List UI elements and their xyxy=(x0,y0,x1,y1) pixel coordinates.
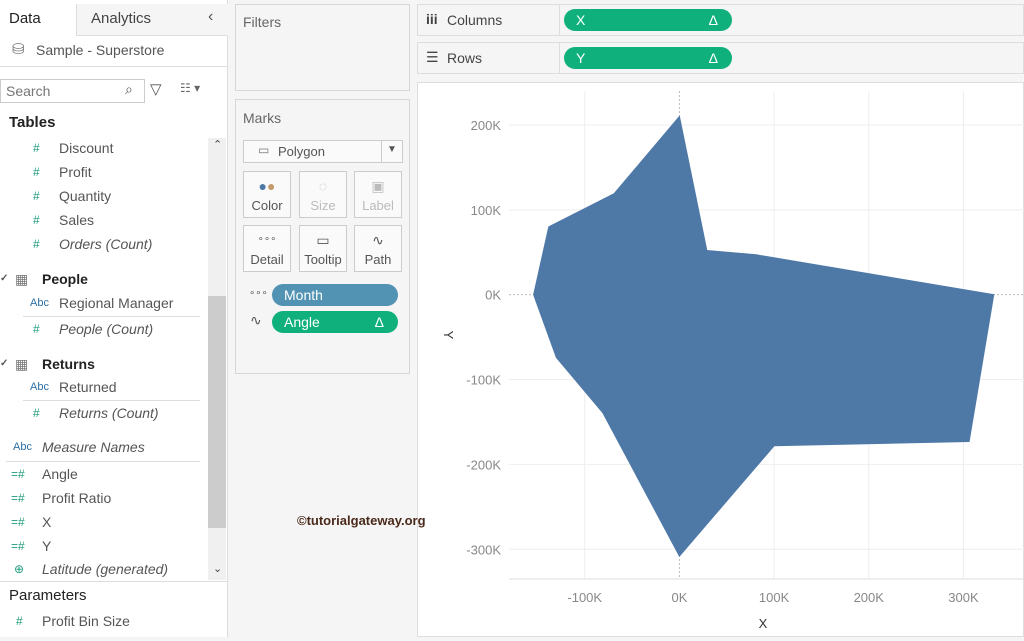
chart-view[interactable]: -100K 0K 100K 200K 300K 200K 100K 0K -100K -200K -… xyxy=(417,82,1024,637)
angle-pill[interactable]: Angle Δ xyxy=(272,311,398,333)
y-tick-label: 200K xyxy=(471,118,502,133)
marks-card: Marks ▭ Polygon ▼ ●● Color ◌ Size ▣ Label ∘… xyxy=(235,99,410,374)
detail-icon: ∘∘∘ xyxy=(257,234,277,245)
polygon-icon: ▭ xyxy=(258,143,270,157)
search-icon: ⌕ xyxy=(125,81,133,97)
delta-icon: Δ xyxy=(708,12,718,28)
parameters-header: Parameters xyxy=(9,587,87,604)
y-pill[interactable]: YΔ xyxy=(564,47,732,69)
columns-shelf[interactable]: iii Columns XΔ xyxy=(417,4,1024,36)
polygon-mark xyxy=(533,115,995,557)
scroll-up-icon[interactable]: ⌃ xyxy=(213,138,222,151)
watermark: ©tutorialgateway.org xyxy=(297,513,426,528)
x-axis-title: X xyxy=(759,616,768,631)
x-tick-label: 0K xyxy=(671,590,687,605)
datasource-name[interactable]: Sample - Superstore xyxy=(36,42,164,58)
tooltip-button[interactable]: ▭ Tooltip xyxy=(299,225,347,272)
x-tick-label: 300K xyxy=(948,590,979,605)
x-tick-label: -100K xyxy=(567,590,602,605)
path-icon: ∿ xyxy=(250,312,262,328)
globe-icon: ⊕ xyxy=(14,562,25,576)
rows-icon: ☰ xyxy=(426,49,439,65)
tooltip-icon: ▭ xyxy=(316,232,330,248)
y-tick-label: 100K xyxy=(471,203,502,218)
columns-icon: iii xyxy=(426,11,438,27)
size-button[interactable]: ◌ Size xyxy=(299,171,347,218)
delta-icon: Δ xyxy=(374,314,384,330)
scrollbar[interactable]: ⌃ ⌄ xyxy=(208,138,226,580)
color-icon: ●● xyxy=(258,178,276,194)
polygon-chart: -100K 0K 100K 200K 300K 200K 100K 0K -100K -200K -… xyxy=(441,91,1024,631)
mark-type-dropdown[interactable]: ▭ Polygon ▼ xyxy=(243,140,403,163)
label-icon: ▣ xyxy=(371,178,385,194)
rows-shelf[interactable]: ☰ Rows YΔ xyxy=(417,42,1024,74)
x-pill[interactable]: XΔ xyxy=(564,9,732,31)
delta-icon: Δ xyxy=(708,50,718,66)
y-axis-title: Y xyxy=(441,331,456,340)
y-tick-label: 0K xyxy=(485,288,501,303)
y-tick-label: -200K xyxy=(466,457,501,472)
search-input[interactable] xyxy=(0,79,145,103)
marks-title: Marks xyxy=(243,110,282,126)
y-tick-label: -300K xyxy=(466,542,501,557)
tab-data[interactable]: Data xyxy=(0,4,77,36)
view-list-icon[interactable]: ☷ ▾ xyxy=(180,81,200,95)
y-tick-label: -100K xyxy=(466,373,501,388)
path-icon: ∿ xyxy=(372,232,384,248)
x-tick-label: 100K xyxy=(759,590,790,605)
label-button[interactable]: ▣ Label xyxy=(354,171,402,218)
scroll-down-icon[interactable]: ⌄ xyxy=(213,562,222,575)
data-pane: Data Analytics ‹ ⛁ Sample - Superstore ⌕… xyxy=(0,0,228,637)
month-pill[interactable]: Month xyxy=(272,284,398,306)
scrollbar-thumb[interactable] xyxy=(208,296,226,528)
size-icon: ◌ xyxy=(318,178,328,194)
database-icon: ⛁ xyxy=(12,41,25,58)
x-tick-label: 200K xyxy=(854,590,885,605)
filters-title: Filters xyxy=(243,14,282,30)
tables-header: Tables xyxy=(9,114,56,131)
detail-button[interactable]: ∘∘∘ Detail xyxy=(243,225,291,272)
color-button[interactable]: ●● Color xyxy=(243,171,291,218)
chevron-down-icon: ▼ xyxy=(387,144,397,155)
chevron-left-icon[interactable]: ‹ xyxy=(208,8,213,26)
tab-analytics[interactable]: Analytics xyxy=(77,4,228,36)
detail-icon: ∘∘∘ xyxy=(249,288,268,299)
path-button[interactable]: ∿ Path xyxy=(354,225,402,272)
filter-icon[interactable]: ▽ xyxy=(150,80,162,98)
filters-shelf[interactable]: Filters xyxy=(235,4,410,91)
